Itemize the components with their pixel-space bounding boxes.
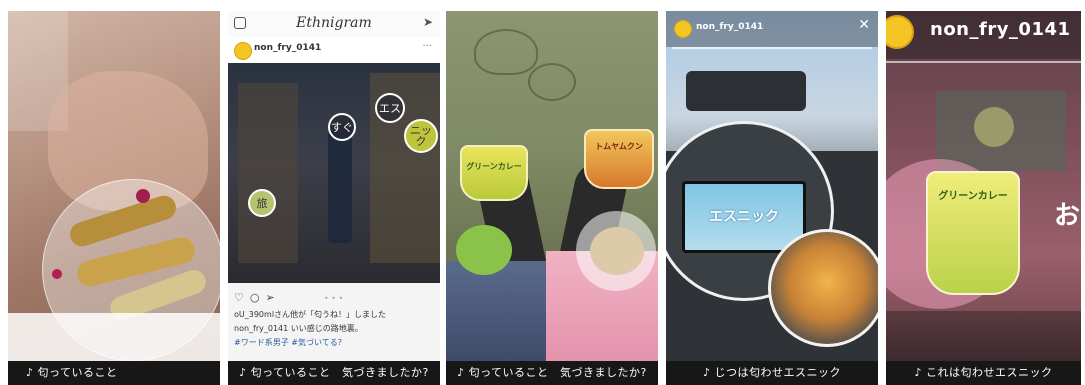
green-curry-cup: グリーンカレー [460, 145, 528, 201]
instagram-post-mock: Ethnigram ➤ non_fry_0141 ··· すぐ エス ニック 旅… [228, 11, 440, 361]
story-progress-bar [886, 61, 1081, 63]
caption-bar: ♪ 匂っていること 気づきましたか? [446, 361, 658, 385]
caption-bar: ♪ 匂っていること [8, 361, 220, 385]
photo-wrist-bracelets [8, 11, 220, 361]
likes-text: oU_390mlさん他が「匂うね！」しました [234, 310, 387, 319]
sand-heart [528, 63, 576, 101]
post-username[interactable]: non_fry_0141 [254, 43, 321, 53]
caption-bar: ♪ 匂っていること 気づきましたか? [228, 361, 440, 385]
app-header: Ethnigram ➤ [228, 11, 440, 38]
building-left [238, 83, 298, 263]
more-icon[interactable]: ··· [422, 41, 432, 52]
highlight-circle [576, 211, 656, 291]
sticker-circle: 旅 [248, 189, 276, 217]
avatar[interactable] [674, 20, 692, 38]
post-hashtags[interactable]: #ワード系男子 #気づいてる? [234, 337, 342, 348]
story-header: non_fry_0141 [886, 11, 1081, 59]
story-username[interactable]: non_fry_0141 [696, 22, 763, 32]
close-icon[interactable]: ✕ [858, 17, 870, 33]
send-icon[interactable]: ➤ [423, 15, 433, 29]
post-photo-alley: すぐ エス ニック 旅 [228, 63, 440, 283]
story-panel-2: Ethnigram ➤ non_fry_0141 ··· すぐ エス ニック 旅… [228, 11, 440, 385]
story-panel-4: non_fry_0141 ✕ エスニック ♪ じつは匂わせエスニック [666, 11, 878, 385]
app-title: Ethnigram [296, 15, 372, 31]
carousel-dots: • • • [324, 294, 344, 303]
background-char: お [1054, 201, 1081, 231]
cup-closeup-circle [768, 229, 878, 347]
jeans [446, 261, 546, 361]
tomyum-cup: トムヤムクン [584, 129, 654, 189]
caption-bar: ♪ これは匂わせエスニック [886, 361, 1081, 385]
photo-shelf-cup: non_fry_0141 グリーンカレー お [886, 11, 1081, 361]
photo-sand-feet: グリーンカレー トムヤムクン [446, 11, 658, 361]
white-sleeve [8, 313, 220, 361]
green-curry-cup: グリーンカレー [926, 171, 1020, 295]
sticker-circle: エス [375, 93, 405, 123]
caption-bar: ♪ じつは匂わせエスニック [666, 361, 878, 385]
sticker-circle: すぐ [328, 113, 356, 141]
red-bead [52, 269, 62, 279]
post-action-icons[interactable]: ♡○➢ [234, 291, 281, 304]
navigation-screen: エスニック [682, 181, 806, 253]
red-bead [136, 189, 150, 203]
avatar[interactable] [234, 42, 252, 60]
screen-text: エスニック [709, 209, 779, 225]
cup-label: グリーンカレー [938, 191, 1008, 202]
story-panel-5: non_fry_0141 グリーンカレー お ♪ これは匂わせエスニック [886, 11, 1081, 385]
photo-car-dashboard: non_fry_0141 ✕ エスニック [666, 11, 878, 361]
counter-edge [886, 311, 1081, 361]
avatar[interactable] [886, 15, 914, 49]
lid-object [974, 107, 1014, 147]
rearview-mirror [686, 71, 806, 111]
post-caption: non_fry_0141 いい感じの路地裏。 [234, 324, 363, 333]
post-header: non_fry_0141 ··· [228, 37, 440, 63]
sticker-circle: ニック [404, 119, 438, 153]
person-silhouette [328, 123, 352, 243]
story-panel-3: グリーンカレー トムヤムクン ♪ 匂っていること 気づきましたか? [446, 11, 658, 385]
story-panel-1: ♪ 匂っていること [8, 11, 220, 385]
story-header: non_fry_0141 ✕ [666, 11, 878, 47]
cup-label: トムヤムクン [595, 142, 643, 151]
story-progress-bar [672, 47, 872, 49]
story-username[interactable]: non_fry_0141 [930, 19, 1071, 40]
sand-heart [474, 29, 538, 75]
green-sock [456, 225, 512, 275]
cup-label: グリーンカレー [466, 162, 522, 171]
